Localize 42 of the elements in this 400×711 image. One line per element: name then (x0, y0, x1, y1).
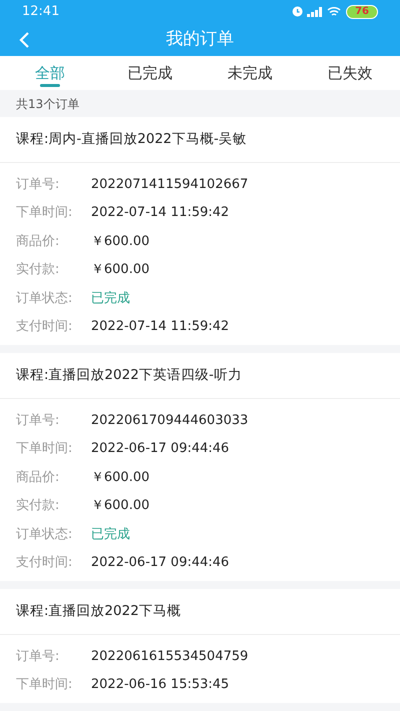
field-label: 订单状态: (16, 290, 74, 308)
tab[interactable]: 已完成 (100, 56, 200, 90)
wifi-icon (327, 6, 342, 18)
clock-text: 12:41 (22, 2, 60, 21)
field-label: 商品价: (16, 232, 60, 251)
field-value: 2022-06-16 15:53:45 (91, 676, 230, 694)
alarm-icon (292, 6, 304, 18)
course-title: 课程:周内-直播回放2022下马概-吴敏 (16, 130, 247, 150)
field-value: ￥600.00 (91, 497, 150, 516)
field-value: 2022061615534504759 (91, 648, 248, 666)
field-value: 2022-06-17 09:44:46 (91, 440, 230, 458)
field-label: 下单时间: (16, 676, 74, 694)
course-title: 课程:直播回放2022下马概 (16, 602, 181, 622)
battery-indicator: 76 (346, 4, 378, 19)
field-value: ￥600.00 (91, 468, 150, 487)
field-label: 支付时间: (16, 554, 74, 572)
field-label: 商品价: (16, 468, 60, 487)
tab[interactable]: 未完成 (200, 56, 300, 90)
tab[interactable]: 已失效 (300, 56, 400, 90)
back-icon[interactable] (18, 30, 30, 49)
field-value: 2022-07-14 11:59:42 (91, 318, 230, 336)
page-title: 我的订单 (166, 28, 234, 51)
field-value: ￥600.00 (91, 261, 150, 280)
field-label: 实付款: (16, 261, 60, 280)
field-label: 订单号: (16, 412, 60, 430)
field-value: 2022-07-14 11:59:42 (91, 204, 230, 222)
field-value: 2022061709444603033 (91, 412, 248, 430)
field-label: 订单号: (16, 648, 60, 666)
field-label: 下单时间: (16, 204, 74, 222)
course-title: 课程:直播回放2022下英语四级-听力 (16, 366, 242, 386)
field-label: 实付款: (16, 497, 60, 516)
field-label: 订单号: (16, 176, 60, 194)
field-value: 2022071411594102667 (91, 176, 248, 194)
field-label: 下单时间: (16, 440, 74, 458)
status-text: 已完成 (91, 526, 130, 544)
field-value: ￥600.00 (91, 232, 150, 251)
order-count: 共13个订单 (16, 96, 80, 113)
field-label: 订单状态: (16, 526, 74, 544)
field-value: 2022-06-17 09:44:46 (91, 554, 230, 572)
status-text: 已完成 (91, 290, 130, 308)
field-label: 支付时间: (16, 318, 74, 336)
signal-icon (307, 6, 324, 17)
